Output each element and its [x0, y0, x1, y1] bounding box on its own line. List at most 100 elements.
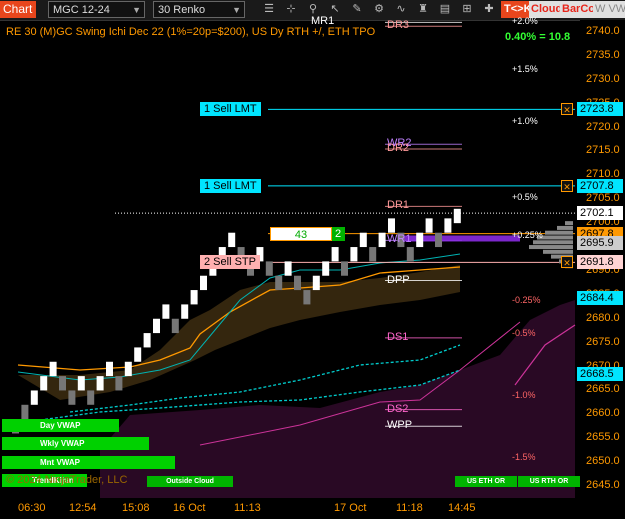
- renko-brick: [68, 390, 76, 405]
- price-tick-label: 2645.0: [586, 479, 620, 492]
- status-box: Outside Cloud: [147, 476, 233, 487]
- price-tick-label: 2735.0: [586, 48, 620, 61]
- instrument-selector[interactable]: MGC 12-24 ▼: [48, 1, 145, 18]
- price-marker-label: 2668.5: [577, 366, 623, 381]
- templates-icon[interactable]: ⊞: [459, 1, 475, 18]
- indicators-icon[interactable]: ∿: [393, 1, 409, 18]
- volume-profile-bar: [545, 230, 573, 235]
- renko-brick: [416, 232, 424, 248]
- pivot-label: WR1: [387, 233, 412, 246]
- renko-brick: [350, 247, 358, 262]
- percent-level-label: +0.5%: [512, 191, 538, 202]
- renko-brick: [331, 247, 339, 262]
- order-cancel-icon[interactable]: ✕: [561, 179, 573, 192]
- instrument-label: MGC 12-24: [53, 4, 110, 16]
- price-tick-label: 2650.0: [586, 455, 620, 468]
- price-tick-label: 2740.0: [586, 24, 620, 37]
- renko-brick: [265, 261, 273, 276]
- bar-type-selector[interactable]: 30 Renko ▼: [153, 1, 245, 18]
- properties-icon[interactable]: ⚙: [371, 1, 387, 18]
- volume-profile-bar: [565, 221, 573, 226]
- order-label[interactable]: 1 Sell LMT: [200, 102, 261, 117]
- percent-level-label: -0.25%: [512, 294, 541, 305]
- renko-brick: [312, 275, 320, 291]
- renko-brick: [435, 232, 442, 248]
- crosshair-icon[interactable]: ⊹: [283, 1, 299, 18]
- renko-brick: [444, 218, 452, 233]
- order-cancel-icon[interactable]: ✕: [561, 103, 573, 116]
- time-tick-label: 16 Oct: [173, 502, 206, 514]
- data-box-icon[interactable]: ▤: [437, 1, 453, 18]
- draw-icon[interactable]: ✎: [349, 1, 365, 18]
- price-tick-label: 2730.0: [586, 72, 620, 85]
- renko-brick: [106, 361, 113, 377]
- time-tick-label: 14:45: [448, 502, 476, 514]
- volume-profile-bar: [529, 245, 573, 250]
- pivot-label: DS1: [387, 330, 409, 343]
- renko-brick: [200, 275, 207, 291]
- time-tick-label: 17 Oct: [334, 502, 367, 514]
- bar-type-label: 30 Renko: [158, 4, 206, 16]
- price-tick-label: 2675.0: [586, 335, 620, 348]
- time-tick-label: 15:08: [122, 502, 150, 514]
- renko-brick: [30, 390, 38, 405]
- volume-profile-bar: [533, 240, 573, 245]
- renko-brick: [359, 232, 367, 248]
- order-cancel-icon[interactable]: ✕: [561, 256, 573, 269]
- price-tick-label: 2680.0: [586, 311, 620, 324]
- renko-brick: [171, 318, 179, 334]
- price-marker-label: 2691.8: [577, 255, 623, 270]
- renko-brick: [425, 218, 433, 233]
- indicator-legend-bar: Wkly VWAP: [2, 437, 149, 450]
- pivot-label: DR2: [387, 142, 410, 155]
- renko-brick: [124, 361, 132, 377]
- price-tick-label: 2705.0: [586, 192, 620, 205]
- renko-brick: [322, 261, 330, 276]
- price-marker-label: 2707.8: [577, 178, 623, 193]
- renko-brick: [134, 347, 142, 362]
- price-marker-label: 2723.8: [577, 102, 623, 117]
- chevron-down-icon: ▼: [132, 5, 141, 15]
- percent-level-label: -0.5%: [512, 328, 536, 339]
- renko-brick: [87, 390, 95, 405]
- menu-icon[interactable]: ☰: [261, 1, 277, 18]
- add-icon[interactable]: ✚: [481, 1, 497, 18]
- price-tick-label: 2665.0: [586, 383, 620, 396]
- status-box: US ETH OR: [455, 476, 517, 487]
- percent-level-label: -1.5%: [512, 452, 536, 463]
- renko-brick: [190, 290, 198, 305]
- renko-brick: [453, 208, 461, 224]
- renko-brick: [275, 275, 283, 291]
- price-tick-label: 2715.0: [586, 144, 620, 157]
- renko-brick: [77, 376, 85, 391]
- order-label[interactable]: 1 Sell LMT: [200, 178, 261, 193]
- percent-level-label: -1.0%: [512, 390, 536, 401]
- strategy-icon[interactable]: ♜: [415, 1, 431, 18]
- pivot-label: DS2: [387, 402, 409, 415]
- percent-level-label: +1.5%: [512, 64, 538, 75]
- copyright-text: © 2024 NinjaTrader, LLC: [6, 474, 128, 486]
- renko-brick: [294, 275, 301, 291]
- renko-brick: [406, 247, 414, 262]
- price-marker-label: 2702.1: [577, 206, 623, 221]
- renko-brick: [59, 376, 66, 391]
- position-pnl[interactable]: 43: [270, 226, 332, 241]
- vwap-toggle-button[interactable]: W VWAP: [593, 1, 625, 18]
- pivot-label: WPP: [387, 419, 413, 432]
- time-tick-label: 11:18: [396, 502, 423, 514]
- volume-profile-bar: [543, 249, 573, 254]
- time-tick-label: 12:54: [69, 502, 97, 514]
- renko-brick: [21, 404, 29, 420]
- order-label[interactable]: 2 Sell STP: [200, 255, 260, 270]
- renko-brick: [228, 232, 236, 248]
- pivot-label: DR1: [387, 199, 410, 212]
- time-axis[interactable]: 06:30 12:54 15:08 16 Oct 11:13 17 Oct 11:18 14:…: [0, 498, 580, 519]
- pivot-label: DR3: [387, 19, 410, 32]
- renko-brick: [153, 318, 160, 334]
- indicator-legend-bar: Day VWAP: [2, 419, 119, 432]
- price-marker-label: 2695.9: [577, 235, 623, 250]
- renko-brick: [162, 304, 170, 319]
- percent-level-label: +2.0%: [512, 15, 538, 26]
- chart-tab[interactable]: Chart: [0, 1, 36, 18]
- position-quantity[interactable]: 2: [332, 226, 345, 241]
